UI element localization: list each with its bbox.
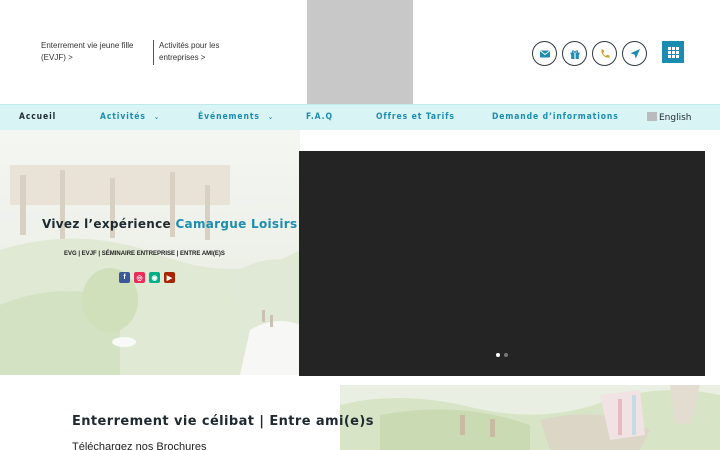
youtube-icon[interactable]: ▶ xyxy=(164,272,175,283)
language-label: English xyxy=(659,113,692,123)
nav-item-evenements[interactable]: Événements ⌄ xyxy=(198,112,274,122)
main-nav: Accueil Activités ⌄ Événements ⌄ F.A.Q Off… xyxy=(0,104,720,130)
nav-label: Activités xyxy=(100,112,146,122)
slider-dot-1[interactable] xyxy=(496,353,500,357)
chevron-down-icon: ⌄ xyxy=(153,113,161,121)
directions-button[interactable] xyxy=(622,41,647,66)
location-arrow-icon xyxy=(630,48,640,58)
instagram-icon[interactable]: ◎ xyxy=(134,272,145,283)
mail-icon xyxy=(539,50,550,57)
facebook-icon[interactable]: f xyxy=(119,272,130,283)
nav-label: Demande d’informations xyxy=(492,112,619,122)
mail-button[interactable] xyxy=(532,41,557,66)
nav-label: Événements xyxy=(198,112,260,122)
nav-item-faq[interactable]: F.A.Q xyxy=(306,112,333,122)
gift-button[interactable] xyxy=(562,41,587,66)
nav-label: Accueil xyxy=(19,112,57,122)
phone-icon xyxy=(600,49,609,58)
flag-icon xyxy=(647,112,657,121)
video-slider[interactable] xyxy=(299,151,705,376)
hero-subtitle: EVG | EVJF | SÉMINAIRE ENTREPRISE | ENTR… xyxy=(64,251,225,257)
hero-title-accent: Camargue Loisirs xyxy=(175,217,298,231)
nav-item-demande-informations[interactable]: Demande d’informations xyxy=(492,112,619,122)
hero-title-prefix: Vivez l’expérience xyxy=(42,217,176,231)
activity-image xyxy=(340,385,720,450)
phone-button[interactable] xyxy=(592,41,617,66)
language-switch[interactable]: English xyxy=(647,112,692,123)
nav-label: Offres et Tarifs xyxy=(376,112,455,122)
chevron-down-icon: ⌄ xyxy=(267,113,275,121)
grid-menu-icon xyxy=(667,46,679,58)
grid-menu-button[interactable] xyxy=(662,41,684,63)
logo-placeholder[interactable] xyxy=(307,0,413,104)
brochure-download-link[interactable]: Téléchargez nos Brochures xyxy=(72,441,207,450)
nav-item-activites[interactable]: Activités ⌄ xyxy=(100,112,160,122)
tripadvisor-icon[interactable]: ◉ xyxy=(149,272,160,283)
slider-dot-2[interactable] xyxy=(504,353,508,357)
nav-item-offres-tarifs[interactable]: Offres et Tarifs xyxy=(376,112,455,122)
page: Enterrement vie jeune fille (EVJF) > Act… xyxy=(0,0,720,450)
nav-item-accueil[interactable]: Accueil xyxy=(19,112,56,122)
gift-icon xyxy=(570,49,579,59)
section-title: Enterrement vie célibat | Entre ami(e)s xyxy=(72,414,374,429)
evjf-link[interactable]: Enterrement vie jeune fille (EVJF) > xyxy=(41,40,146,64)
nav-label: F.A.Q xyxy=(306,112,333,122)
corporate-activities-link[interactable]: Activités pour les entreprises > xyxy=(153,40,233,65)
hero-title: Vivez l’expérience Camargue Loisirs xyxy=(42,217,297,231)
